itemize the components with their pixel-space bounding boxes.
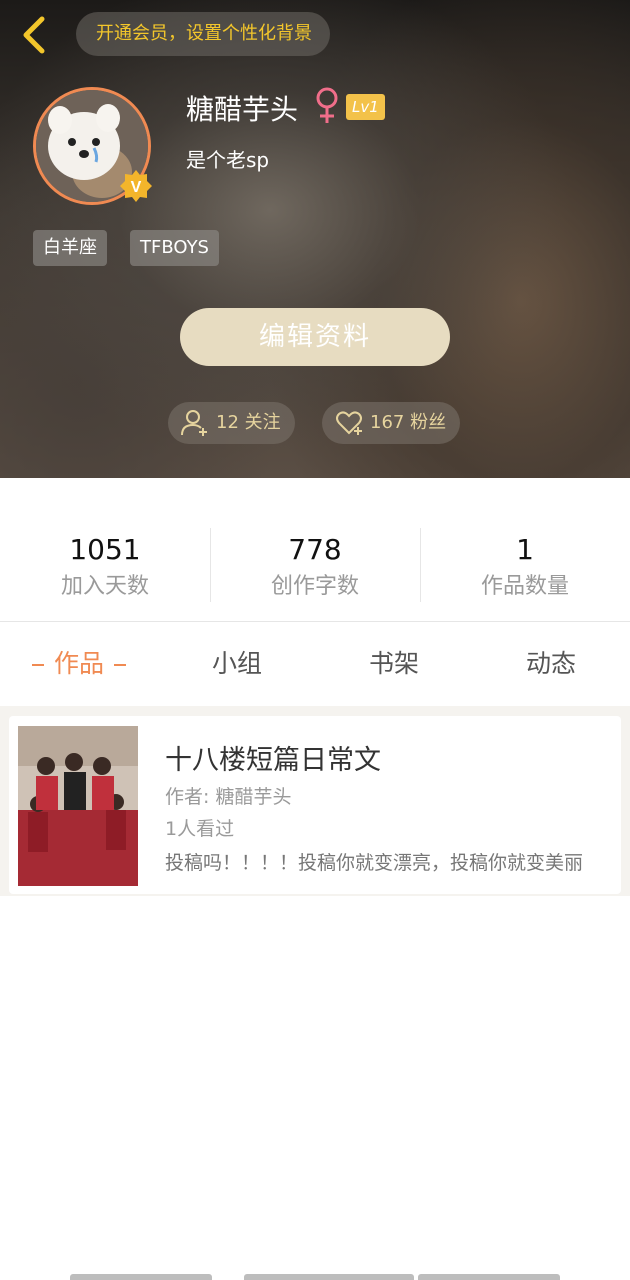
work-title: 十八楼短篇日常文 xyxy=(165,745,381,776)
followers-count: 167 粉丝 xyxy=(370,412,447,433)
stat-word-count-label: 创作字数 xyxy=(270,574,359,599)
back-arrow-icon xyxy=(23,16,45,54)
stats-panel: 1051 加入天数 778 创作字数 1 作品数量 xyxy=(0,478,630,622)
stat-days-joined-value: 1051 xyxy=(69,533,141,566)
tab-activity[interactable]: 动态 xyxy=(472,622,630,706)
cover-illustration xyxy=(18,726,138,886)
svg-text:V: V xyxy=(131,179,142,196)
stat-word-count-value: 778 xyxy=(288,533,342,566)
stat-works-count-label: 作品数量 xyxy=(480,574,569,599)
tab-groups[interactable]: 小组 xyxy=(158,622,316,706)
work-author: 作者: 糖醋芋头 xyxy=(165,786,292,808)
following-count: 12 关注 xyxy=(216,412,281,433)
bottom-handle xyxy=(418,1274,560,1280)
user-bio: 是个老sp xyxy=(186,148,270,172)
profile-header: 开通会员，设置个性化背景 V 糖醋芋头 Lv1 是个老sp 白羊座 TFBOYS… xyxy=(0,0,630,478)
tab-active-dash xyxy=(114,664,126,666)
work-view-count: 1人看过 xyxy=(165,818,235,840)
avatar-wrap[interactable]: V xyxy=(33,87,152,205)
work-cover-image xyxy=(18,726,138,886)
user-plus-icon xyxy=(181,410,207,436)
work-description: 投稿吗！！！！投稿你就变漂亮，投稿你就变美丽 xyxy=(165,852,584,874)
bottom-handle xyxy=(244,1274,414,1280)
tab-bookshelf[interactable]: 书架 xyxy=(316,622,472,706)
tab-works[interactable]: 作品 xyxy=(0,622,158,706)
back-button[interactable] xyxy=(18,14,50,56)
stat-works-count: 1 作品数量 xyxy=(420,530,630,604)
tag-zodiac[interactable]: 白羊座 xyxy=(33,230,107,266)
tab-active-dash xyxy=(31,664,44,666)
following-button[interactable]: 12 关注 xyxy=(168,402,295,444)
vip-background-banner[interactable]: 开通会员，设置个性化背景 xyxy=(76,12,330,56)
edit-profile-button[interactable]: 编辑资料 xyxy=(180,308,450,366)
stat-days-joined: 1051 加入天数 xyxy=(0,530,210,604)
heart-plus-icon xyxy=(336,411,362,435)
bottom-handle xyxy=(70,1274,212,1280)
username: 糖醋芋头 xyxy=(186,93,299,126)
profile-tabs: 作品 小组 书架 动态 xyxy=(0,622,630,706)
followers-button[interactable]: 167 粉丝 xyxy=(322,402,461,444)
tab-works-label: 作品 xyxy=(53,649,104,678)
stat-works-count-value: 1 xyxy=(516,533,534,566)
stat-word-count: 778 创作字数 xyxy=(210,530,420,604)
level-badge: Lv1 xyxy=(346,94,385,120)
female-gender-icon xyxy=(316,87,338,123)
work-list-item[interactable]: 十八楼短篇日常文 作者: 糖醋芋头 1人看过 投稿吗！！！！投稿你就变漂亮，投稿… xyxy=(9,716,621,894)
stat-days-joined-label: 加入天数 xyxy=(60,574,149,599)
verified-v-icon: V xyxy=(120,170,152,202)
tag-fandom[interactable]: TFBOYS xyxy=(130,230,219,266)
